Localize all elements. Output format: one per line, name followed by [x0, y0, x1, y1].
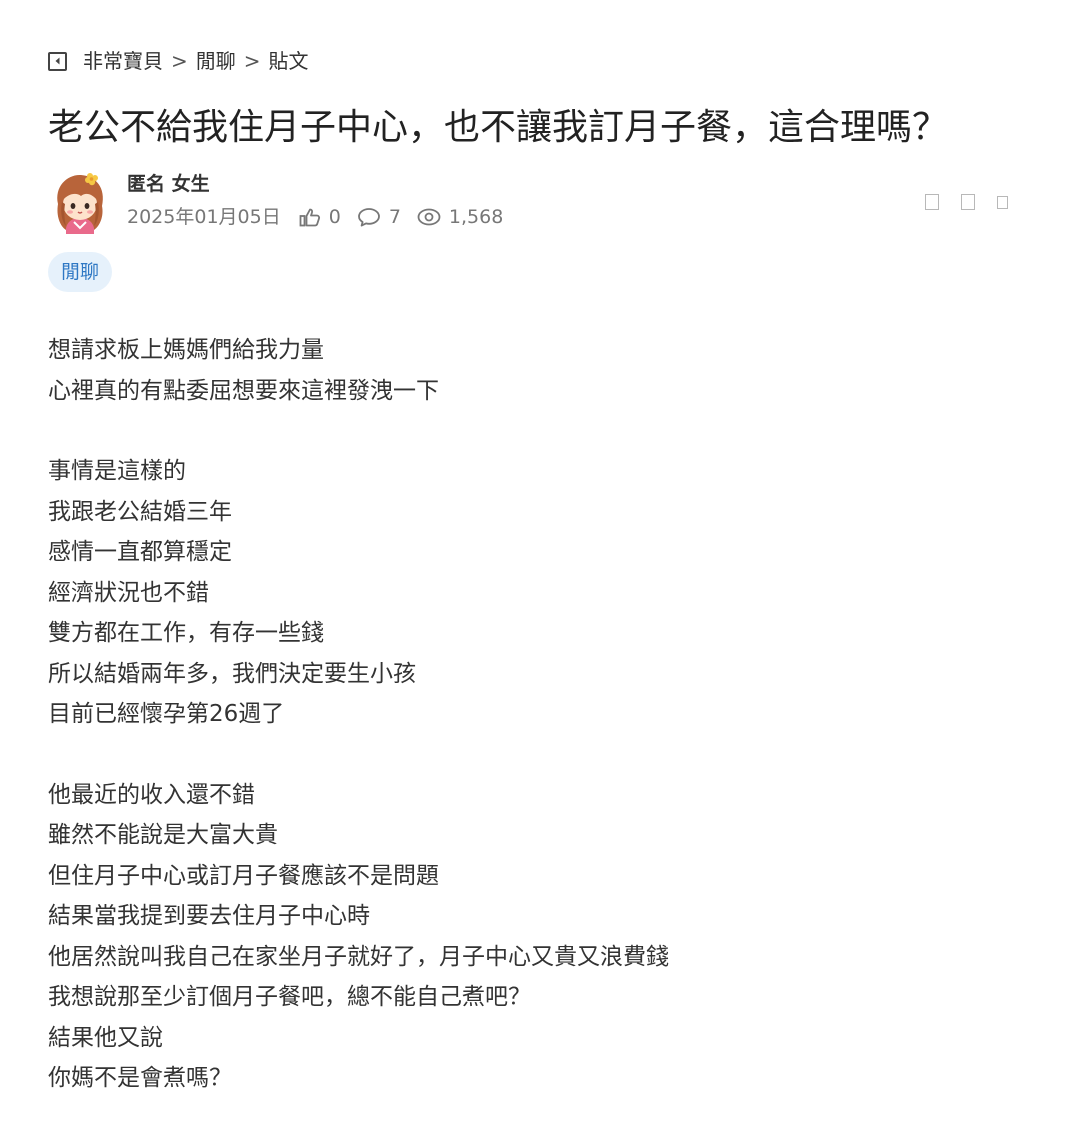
post-body-line: 雙方都在工作，有存一些錢: [48, 620, 324, 646]
post-body-line: 目前已經懷孕第26週了: [48, 701, 285, 727]
post-body-line: 我想說那至少訂個月子餐吧，總不能自己煮吧？: [48, 984, 531, 1010]
post-actions: [903, 194, 1008, 210]
post-body-line: 經濟狀況也不錯: [48, 579, 209, 606]
post-author-row: 匿名 女生 2025年01月05日 0 7 1,568: [48, 170, 1032, 236]
breadcrumb: 非常寶貝 > 閒聊 > 貼文: [48, 47, 309, 75]
breadcrumb-category-link[interactable]: 閒聊: [196, 47, 236, 75]
post-body-line: 所以結婚兩年多，我們決定要生小孩: [48, 660, 416, 687]
post-paragraph: 他最近的收入還不錯 雖然不能說是大富大貴但住月子中心或訂月子餐應該不是問題 結果當我…: [48, 775, 1038, 1099]
like-count: 0: [328, 206, 341, 228]
post-body-line: 他居然說叫我自己在家坐月子就好了，月子中心又貴又浪費錢: [48, 943, 669, 970]
share-icon[interactable]: [961, 194, 975, 210]
bookmark-icon[interactable]: [925, 194, 939, 210]
post-paragraph: 事情是這樣的我跟老公結婚三年 感情一直都算穩定 經濟狀況也不錯雙方都在工作，有存一些…: [48, 451, 1038, 735]
post-title: 老公不給我住月子中心，也不讓我訂月子餐，這合理嗎？: [48, 107, 949, 148]
comment-bubble-icon: [357, 208, 380, 227]
post-body-line: 你媽不是會煮嗎？: [48, 1065, 232, 1091]
breadcrumb-separator: >: [243, 49, 261, 73]
post-body-line: 結果他又說: [48, 1024, 163, 1051]
breadcrumb-current: 貼文: [268, 49, 309, 73]
post-body-line: 想請求板上媽媽們給我力量: [48, 337, 324, 363]
post-paragraph: 想請求板上媽媽們給我力量心裡真的有點委屈想要來這裡發洩一下: [48, 330, 1038, 411]
post-body-line: 雖然不能說是大富大貴: [48, 822, 278, 848]
post-body-line: 心裡真的有點委屈想要來這裡發洩一下: [48, 377, 439, 404]
post-tag[interactable]: 閒聊: [48, 252, 113, 292]
eye-icon: [417, 208, 441, 226]
post-meta: 2025年01月05日 0 7 1,568: [127, 203, 519, 231]
author-name: 匿名 女生: [127, 173, 210, 195]
more-options-icon[interactable]: [997, 195, 1008, 209]
view-stat: 1,568: [417, 203, 503, 231]
thumbs-up-icon: [299, 208, 320, 227]
comment-count: 7: [388, 206, 401, 228]
back-arrow-icon[interactable]: [48, 51, 67, 71]
post-date: 2025年01月05日: [127, 206, 281, 228]
avatar[interactable]: [48, 170, 112, 234]
breadcrumb-board-link[interactable]: 非常寶貝: [83, 47, 163, 75]
post-body-line: 但住月子中心或訂月子餐應該不是問題: [48, 862, 439, 889]
view-count: 1,568: [448, 206, 504, 228]
like-stat[interactable]: 0: [299, 203, 341, 231]
post-body: 想請求板上媽媽們給我力量心裡真的有點委屈想要來這裡發洩一下 事情是這樣的我跟老公結…: [48, 330, 1038, 1139]
post-body-line: 感情一直都算穩定: [48, 539, 232, 565]
post-body-line: 他最近的收入還不錯: [48, 781, 255, 808]
breadcrumb-separator: >: [171, 49, 188, 73]
comment-stat[interactable]: 7: [357, 203, 401, 231]
post-body-line: 事情是這樣的: [48, 458, 186, 484]
post-body-line: 結果當我提到要去住月子中心時: [48, 903, 370, 929]
post-body-line: 我跟老公結婚三年: [48, 498, 232, 525]
